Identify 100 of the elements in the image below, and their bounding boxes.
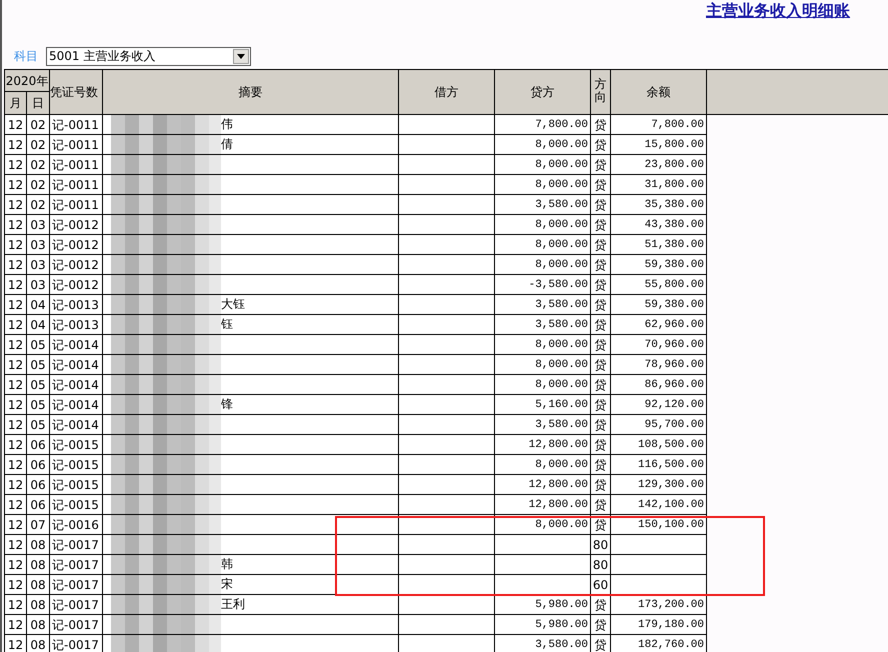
summary-text: 宋	[221, 577, 234, 591]
month-cell: 12	[4, 454, 26, 474]
direction-cell: 贷	[590, 454, 611, 474]
month-cell: 12	[4, 214, 26, 234]
day-cell: 06	[26, 434, 50, 454]
day-cell: 02	[26, 194, 50, 214]
column-header: 贷方	[494, 70, 591, 114]
day-cell: 08	[26, 614, 50, 634]
day-cell: 03	[26, 234, 50, 254]
voucher-cell: 记-0015	[50, 434, 103, 454]
month-cell: 12	[4, 174, 26, 194]
month-cell: 12	[4, 134, 26, 154]
voucher-cell: 记-0011	[50, 154, 103, 174]
direction-cell: 贷	[590, 374, 611, 394]
balance-cell: 59,380.00	[610, 294, 707, 314]
direction-cell: 80	[590, 534, 611, 554]
voucher-cell: 记-0011	[50, 194, 103, 214]
voucher-cell: 记-0013	[50, 294, 103, 314]
direction-cell: 贷	[590, 194, 611, 214]
column-header: 月	[4, 92, 26, 114]
direction-cell: 贷	[590, 614, 611, 634]
month-cell: 12	[4, 634, 26, 652]
balance-cell: 86,960.00	[610, 374, 707, 394]
day-cell: 08	[26, 634, 50, 652]
ledger-title[interactable]: 主营业务收入明细账	[706, 0, 850, 43]
day-cell: 02	[26, 154, 50, 174]
voucher-cell: 记-0011	[50, 174, 103, 194]
voucher-cell: 记-0017	[50, 634, 103, 652]
balance-cell: 116,500.00	[610, 454, 707, 474]
balance-cell: 23,800.00	[610, 154, 707, 174]
voucher-cell: 记-0012	[50, 214, 103, 234]
voucher-cell: 记-0016	[50, 514, 103, 534]
voucher-cell: 记-0014	[50, 354, 103, 374]
month-cell: 12	[4, 194, 26, 214]
balance-cell: 15,800.00	[610, 134, 707, 154]
credit-cell: 12,800.00	[494, 474, 591, 494]
direction-cell: 80	[590, 554, 611, 574]
voucher-cell: 记-0014	[50, 374, 103, 394]
credit-cell: 5,160.00	[494, 394, 591, 414]
caret-icon	[233, 48, 249, 64]
credit-cell: 3,580.00	[494, 314, 591, 334]
month-cell: 12	[4, 474, 26, 494]
day-cell: 02	[26, 114, 50, 134]
credit-cell: 3,580.00	[494, 194, 591, 214]
direction-cell: 贷	[590, 334, 611, 354]
voucher-cell: 记-0017	[50, 594, 103, 614]
summary-text: 钰	[221, 317, 234, 331]
balance-cell: 129,300.00	[610, 474, 707, 494]
day-cell: 06	[26, 454, 50, 474]
direction-cell: 贷	[590, 134, 611, 154]
day-cell: 06	[26, 474, 50, 494]
credit-cell: 3,580.00	[494, 414, 591, 434]
balance-cell: 59,380.00	[610, 254, 707, 274]
voucher-cell: 记-0017	[50, 574, 103, 594]
direction-cell: 贷	[590, 174, 611, 194]
day-cell: 04	[26, 314, 50, 334]
direction-cell: 60	[590, 574, 611, 594]
credit-cell: 8,000.00	[494, 234, 591, 254]
direction-cell: 贷	[590, 414, 611, 434]
balance-cell: 108,500.00	[610, 434, 707, 454]
month-cell: 12	[4, 414, 26, 434]
subject-dropdown[interactable]: 5001 主营业务收入	[46, 46, 251, 66]
subject-label: 科目	[14, 48, 38, 65]
credit-cell: 7,800.00	[494, 114, 591, 134]
month-cell: 12	[4, 514, 26, 534]
balance-cell: 142,100.00	[610, 494, 707, 514]
voucher-cell: 记-0017	[50, 554, 103, 574]
summary-text: 倩	[221, 137, 234, 151]
voucher-cell: 记-0014	[50, 394, 103, 414]
credit-cell: 8,000.00	[494, 334, 591, 354]
month-cell: 12	[4, 234, 26, 254]
summary-text: 王利	[221, 597, 246, 611]
month-cell: 12	[4, 254, 26, 274]
month-cell: 12	[4, 554, 26, 574]
month-cell: 12	[4, 614, 26, 634]
balance-cell: 78,960.00	[610, 354, 707, 374]
voucher-cell: 记-0012	[50, 254, 103, 274]
credit-cell: 8,000.00	[494, 354, 591, 374]
month-cell: 12	[4, 394, 26, 414]
direction-cell: 贷	[590, 154, 611, 174]
month-cell: 12	[4, 374, 26, 394]
day-cell: 05	[26, 394, 50, 414]
direction-cell: 贷	[590, 234, 611, 254]
month-cell: 12	[4, 354, 26, 374]
day-cell: 02	[26, 134, 50, 154]
day-cell: 08	[26, 574, 50, 594]
credit-cell: 12,800.00	[494, 434, 591, 454]
summary-text: 锋	[221, 397, 234, 411]
credit-cell: 8,000.00	[494, 154, 591, 174]
direction-cell: 贷	[590, 314, 611, 334]
voucher-cell: 记-0011	[50, 114, 103, 134]
day-cell: 07	[26, 514, 50, 534]
voucher-cell: 记-0017	[50, 614, 103, 634]
day-cell: 08	[26, 554, 50, 574]
balance-cell: 31,800.00	[610, 174, 707, 194]
voucher-cell: 记-0013	[50, 314, 103, 334]
column-header: 余额	[610, 70, 707, 114]
credit-cell: 5,980.00	[494, 614, 591, 634]
column-header: 方向	[590, 70, 611, 114]
day-cell: 05	[26, 414, 50, 434]
